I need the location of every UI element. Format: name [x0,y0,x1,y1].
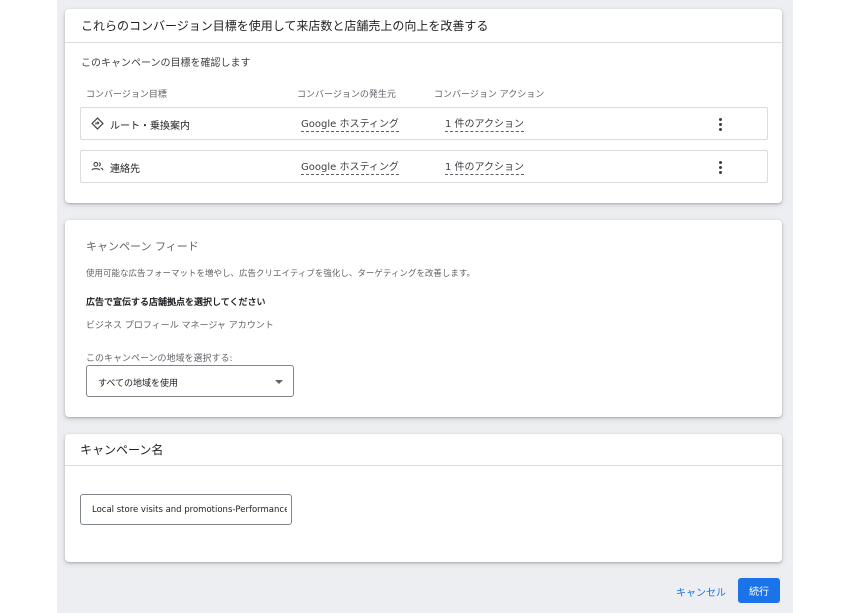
directions-icon [90,116,104,130]
column-header-goal: コンバージョン目標 [86,90,167,100]
region-select-label: このキャンペーンの地域を選択する: [86,354,233,364]
conversion-goals-subtitle: このキャンペーンの目標を確認します [81,58,251,69]
campaign-feed-description: 使用可能な広告フォーマットを増やし、広告クリエイティブを強化し、ターゲティングを… [86,269,475,279]
campaign-name-title: キャンペーン名 [65,434,782,466]
campaign-feed-title: キャンペーン フィード [86,240,199,253]
business-profile-account: ビジネス プロフィール マネージャ アカウント [86,321,274,331]
goal-label: 連絡先 [110,164,140,175]
region-select[interactable]: すべての地域を使用 [86,365,294,397]
dropdown-caret-icon [275,380,283,384]
goal-row-directions: ルート・乗換案内 Google ホスティング 1 件のアクション [80,107,768,140]
store-location-heading: 広告で宣伝する店舗拠点を選択してください [86,298,266,308]
continue-button[interactable]: 続行 [738,578,780,603]
conversion-goals-title: これらのコンバージョン目標を使用して来店数と店舗売上の向上を改善する [65,9,782,43]
goal-source-link[interactable]: Google ホスティング [301,119,399,132]
goal-row-contacts: 連絡先 Google ホスティング 1 件のアクション [80,150,768,183]
contacts-icon [90,159,104,173]
column-header-source: コンバージョンの発生元 [297,90,396,100]
goal-source-link[interactable]: Google ホスティング [301,162,399,175]
campaign-feed-card: キャンペーン フィード 使用可能な広告フォーマットを増やし、広告クリエイティブを… [65,220,782,417]
conversion-goals-card: これらのコンバージョン目標を使用して来店数と店舗売上の向上を改善する このキャン… [65,9,782,203]
campaign-name-card: キャンペーン名 Local store visits and promotion… [65,434,782,562]
goal-action-link[interactable]: 1 件のアクション [445,162,525,175]
goal-label: ルート・乗換案内 [110,121,190,132]
goal-action-link[interactable]: 1 件のアクション [445,119,525,132]
campaign-name-input[interactable]: Local store visits and promotions-Perfor… [80,494,292,525]
campaign-name-value: Local store visits and promotions-Perfor… [92,505,287,515]
more-options-icon[interactable] [713,159,727,175]
column-header-action: コンバージョン アクション [434,90,545,100]
more-options-icon[interactable] [713,116,727,132]
region-select-value: すべての地域を使用 [98,379,179,389]
cancel-button[interactable]: キャンセル [676,584,726,599]
